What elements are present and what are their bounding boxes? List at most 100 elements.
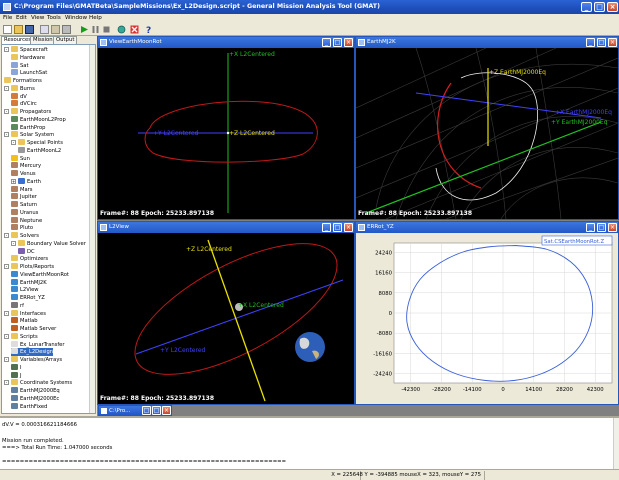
close-button[interactable]: × [608,38,617,47]
copy-icon[interactable] [40,25,49,34]
plot-icon [11,270,18,277]
plot-window-titlebar[interactable]: L2View _ □ × [98,222,354,233]
resource-tree[interactable]: - Spacecraft Hardware Sat LaunchSat Formation… [1,44,96,414]
axes-icon [11,394,18,401]
plot-window-errot-yz[interactable]: ERRot_YZ _ □ × -42300 -28200 -14100 0 14100 2… [355,221,619,405]
paste-icon[interactable] [51,25,60,34]
tab-mission[interactable]: Mission [30,36,56,44]
interface-icon [11,317,18,324]
plot-window-earth-mj2k[interactable]: EarthMJ2K _ □ × +Z EarthMJ2000Eq +X Eart… [355,36,619,220]
close-button[interactable]: × [162,406,171,415]
x-tick-label: 14100 [525,387,542,393]
frame-info: Frame#: 88 Epoch: 25233.897138 [100,395,215,402]
close-all-icon[interactable] [130,25,139,34]
tree-item-label: Plots/Reports [20,264,55,270]
folder-icon [11,131,18,138]
minimized-window[interactable]: C:\Pro... □ □ × [98,405,172,416]
expand-icon[interactable]: + [11,178,16,184]
collapse-icon[interactable]: - [4,132,9,138]
plot-window-titlebar[interactable]: EarthMJ2K _ □ × [356,37,618,48]
collapse-icon[interactable]: - [11,140,16,145]
plot-window-l2-view[interactable]: L2View _ □ × +Z L2Centered +X L2Centered… [97,221,355,405]
maximize-button[interactable]: □ [152,406,161,415]
burn-icon [11,100,18,107]
minimize-button[interactable]: _ [322,38,331,47]
collapse-icon[interactable]: - [4,310,9,316]
collapse-icon[interactable]: - [4,85,9,91]
folder-icon [18,239,25,246]
toolbar: ? [0,23,619,36]
tree-item-label: Optimizers [20,256,49,263]
menu-tools[interactable]: Tools [47,15,61,21]
stop-icon[interactable] [102,25,111,34]
tree-item-label: Formations [13,78,42,84]
tree-item-label: Matlab Server [20,326,57,332]
minimize-button[interactable]: _ [586,38,595,47]
print-icon[interactable] [62,25,71,34]
help-icon[interactable]: ? [144,25,153,34]
close-button[interactable]: × [344,38,353,47]
window-icon [100,224,107,231]
new-icon[interactable] [3,25,12,34]
restore-button[interactable]: □ [142,406,151,415]
xy-plot: -42300 -28200 -14100 0 14100 28200 42300 24240 1… [373,235,613,393]
collapse-icon[interactable]: - [4,264,9,269]
maximize-button[interactable]: □ [597,38,606,47]
x-tick-label: -28200 [432,387,451,393]
xy-plot-canvas[interactable]: -42300 -28200 -14100 0 14100 28200 42300 24240 1… [356,233,618,404]
message-scrollbar[interactable] [613,418,619,469]
menu-window[interactable]: Window [65,15,87,21]
minimize-button[interactable]: _ [586,223,595,232]
tree-item-label: EarthProp [20,124,46,131]
maximize-button[interactable]: □ [333,223,342,232]
close-button[interactable]: × [607,2,618,12]
maximize-button[interactable]: □ [597,223,606,232]
menu-file[interactable]: File [3,15,12,21]
tree-item-label: Sun [20,155,30,162]
plot-window-titlebar[interactable]: ERRot_YZ _ □ × [356,222,618,233]
tree-item-label: Scripts [20,333,38,340]
point-icon [18,146,25,153]
close-button[interactable]: × [344,223,353,232]
save-icon[interactable] [25,25,34,34]
menu-edit[interactable]: Edit [16,15,27,21]
axis-label-z: +Z L2Centered [229,130,275,137]
tree-item-label: Variables/Arrays [20,357,63,363]
folder-icon [11,53,18,60]
collapse-icon[interactable]: - [4,47,9,52]
collapse-icon[interactable]: - [4,333,9,339]
collapse-icon[interactable]: - [4,357,9,362]
tree-item[interactable]: EarthFixed [11,402,47,411]
collapse-icon[interactable]: - [4,380,9,386]
open-icon[interactable] [14,25,23,34]
gl-canvas[interactable]: +Z EarthMJ2000Eq +X EarthMJ2000Eq +Y Ear… [355,47,619,220]
message-window[interactable]: dV.V = 0.000316621184666 Mission run com… [0,416,619,469]
maximize-button[interactable]: □ [333,38,342,47]
minimized-window-title: C:\Pro... [109,408,131,414]
axis-label-y: +Y EarthMJ2000Eq [551,119,608,126]
minimize-button[interactable]: _ [322,223,331,232]
minimize-button[interactable]: _ [581,2,592,12]
plot-window-titlebar[interactable]: ViewEarthMoonRot _ □ × [98,37,354,48]
collapse-icon[interactable]: - [4,109,9,114]
svg-text:?: ? [146,26,151,34]
pause-icon[interactable] [91,25,100,34]
gl-canvas[interactable]: +X L2Centered +Z L2Centered +Y L2Centere… [98,48,354,219]
report-icon [11,301,18,308]
menu-help[interactable]: Help [89,15,102,21]
tree-item-label: Solvers [20,233,40,239]
solver-icon [18,247,25,254]
collapse-icon[interactable]: - [4,233,9,238]
tab-output[interactable]: Output [53,36,78,44]
tree-scrollbar[interactable] [89,45,95,413]
plot-window-view-earth-moon-rot[interactable]: ViewEarthMoonRot _ □ × +X L2Centered +Z … [97,36,355,220]
run-icon[interactable] [80,25,89,34]
animate-icon[interactable] [117,25,126,34]
tree-item-label: Neptune [20,217,43,224]
menu-view[interactable]: View [31,15,44,21]
gl-canvas[interactable]: +Z L2Centered +X L2Centered +Y L2Centere… [98,233,354,404]
close-button[interactable]: × [608,223,617,232]
tree-item-label: Interfaces [20,310,46,317]
maximize-button[interactable]: □ [594,2,605,12]
collapse-icon[interactable]: - [11,240,16,246]
